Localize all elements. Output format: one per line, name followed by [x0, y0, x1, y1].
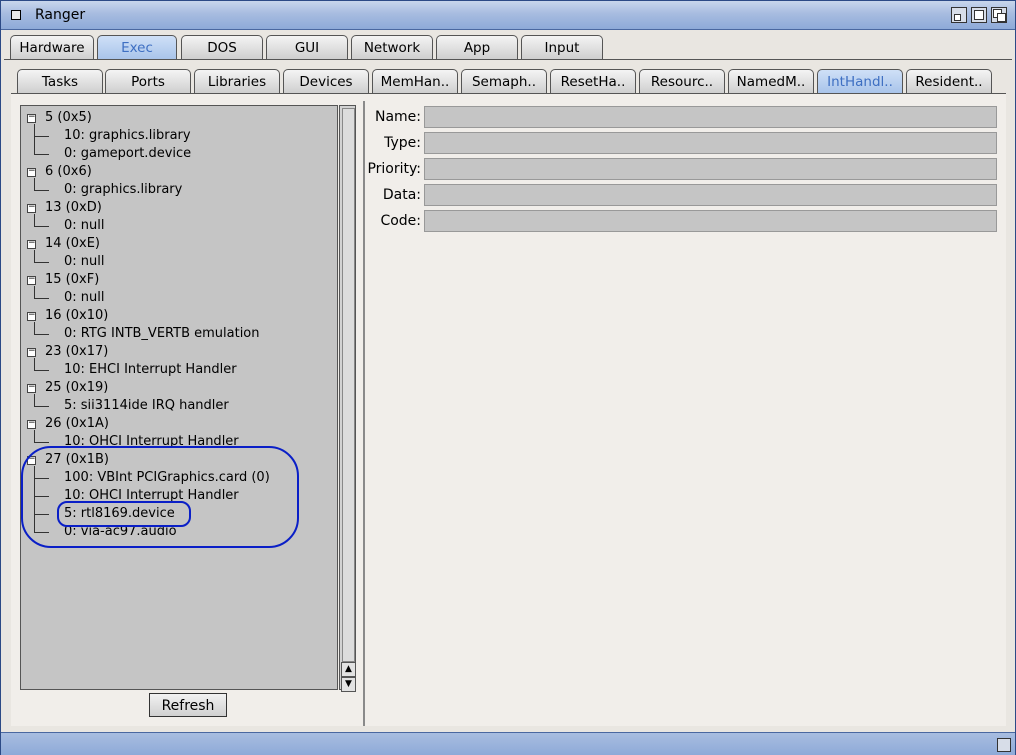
subtab-residents[interactable]: Resident..: [906, 69, 992, 93]
priority-field[interactable]: [424, 158, 997, 180]
title-bar[interactable]: Ranger: [1, 1, 1015, 30]
data-field[interactable]: [424, 184, 997, 206]
tree-connector: [34, 250, 35, 263]
data-label: Data:: [382, 187, 421, 203]
tree-group-label: 16 (0x10): [45, 308, 109, 323]
tree-group-label: 6 (0x6): [45, 164, 92, 179]
name-label: Name:: [374, 109, 421, 125]
tab-gui[interactable]: GUI: [266, 35, 348, 59]
tree-connector: [34, 322, 35, 335]
tree-group-label: 23 (0x17): [45, 344, 109, 359]
tree-group-label: 14 (0xE): [45, 236, 100, 251]
tree-group-label: 15 (0xF): [45, 272, 100, 287]
tree-connector: [34, 394, 35, 407]
collapse-icon[interactable]: −: [27, 275, 36, 285]
tree-group-label: 13 (0xD): [45, 200, 102, 215]
annotation-circle-group: [21, 446, 299, 548]
subtab-memhandlers[interactable]: MemHan..: [372, 69, 458, 93]
tree-connector: [35, 370, 49, 371]
tab-hardware[interactable]: Hardware: [10, 35, 94, 59]
tree-connector: [34, 358, 35, 371]
type-field[interactable]: [424, 132, 997, 154]
subtab-ports[interactable]: Ports: [105, 69, 191, 93]
collapse-icon[interactable]: −: [27, 347, 36, 357]
priority-label: Priority:: [367, 161, 421, 177]
tree-item[interactable]: 10: EHCI Interrupt Handler: [64, 361, 237, 379]
subtab-libraries[interactable]: Libraries: [194, 69, 280, 93]
window-title: Ranger: [35, 7, 86, 23]
type-label: Type:: [384, 135, 421, 151]
subtab-resources[interactable]: Resourc..: [639, 69, 725, 93]
tree-item[interactable]: 10: graphics.library: [64, 127, 191, 145]
scrollbar-thumb[interactable]: [342, 108, 355, 662]
tree-connector: [35, 226, 49, 227]
tab-divider: [4, 59, 1012, 60]
tab-dos[interactable]: DOS: [181, 35, 263, 59]
tree-connector: [34, 286, 35, 299]
tab-exec[interactable]: Exec: [97, 35, 177, 59]
collapse-icon[interactable]: −: [27, 203, 36, 213]
tree-item[interactable]: 5: sii3114ide IRQ handler: [64, 397, 229, 415]
tree-item[interactable]: 0: gameport.device: [64, 145, 191, 163]
tree-connector: [35, 334, 49, 335]
subtab-namedmemory[interactable]: NamedM..: [728, 69, 814, 93]
tree-connector: [34, 178, 35, 191]
tree-connector: [35, 136, 49, 137]
tree-connector: [35, 298, 49, 299]
close-icon[interactable]: [11, 10, 21, 20]
subtab-tasks[interactable]: Tasks: [17, 69, 103, 93]
collapse-icon[interactable]: −: [27, 383, 36, 393]
refresh-button[interactable]: Refresh: [149, 693, 227, 717]
interrupt-tree-list[interactable]: −5 (0x5) 10: graphics.library 0: gameport.…: [20, 105, 338, 690]
tab-network[interactable]: Network: [351, 35, 433, 59]
tree-connector: [35, 406, 49, 407]
tab-app[interactable]: App: [436, 35, 518, 59]
ranger-window: Ranger Hardware Exec DOS GUI Network App…: [0, 0, 1016, 755]
tree-scrollbar[interactable]: ▲ ▼: [339, 105, 356, 692]
collapse-icon[interactable]: −: [27, 113, 36, 123]
tree-item[interactable]: 0: graphics.library: [64, 181, 182, 199]
depth-icon[interactable]: [991, 7, 1007, 23]
zoom-icon[interactable]: [971, 7, 987, 23]
tree-connector: [35, 190, 49, 191]
scroll-down-icon[interactable]: ▼: [341, 677, 356, 692]
scroll-up-icon[interactable]: ▲: [341, 662, 356, 677]
subtab-semaphores[interactable]: Semaph..: [461, 69, 547, 93]
tree-item[interactable]: 0: null: [64, 253, 105, 271]
collapse-icon[interactable]: −: [27, 311, 36, 321]
code-label: Code:: [380, 213, 421, 229]
tree-connector: [35, 154, 49, 155]
tree-item[interactable]: 0: null: [64, 217, 105, 235]
tree-group-label: 26 (0x1A): [45, 416, 109, 431]
resize-icon[interactable]: [997, 738, 1011, 752]
tree-connector: [35, 262, 49, 263]
subtab-inthandlers[interactable]: IntHandl..: [817, 69, 903, 93]
tree-connector: [35, 442, 49, 443]
annotation-circle-item: [57, 501, 191, 527]
subtab-devices[interactable]: Devices: [283, 69, 369, 93]
tree-group-label: 25 (0x19): [45, 380, 109, 395]
tab-input[interactable]: Input: [521, 35, 603, 59]
collapse-icon[interactable]: −: [27, 419, 36, 429]
tree-item[interactable]: 0: RTG INTB_VERTB emulation: [64, 325, 260, 343]
tree-group-label: 5 (0x5): [45, 110, 92, 125]
tree-connector: [34, 430, 35, 443]
status-bar: [1, 732, 1015, 755]
tree-connector: [34, 214, 35, 227]
code-field[interactable]: [424, 210, 997, 232]
collapse-icon[interactable]: −: [27, 239, 36, 249]
tree-connector: [34, 124, 35, 155]
collapse-icon[interactable]: −: [27, 167, 36, 177]
iconify-icon[interactable]: [951, 7, 967, 23]
name-field[interactable]: [424, 106, 997, 128]
subtab-resethandlers[interactable]: ResetHa..: [550, 69, 636, 93]
tree-item[interactable]: 0: null: [64, 289, 105, 307]
